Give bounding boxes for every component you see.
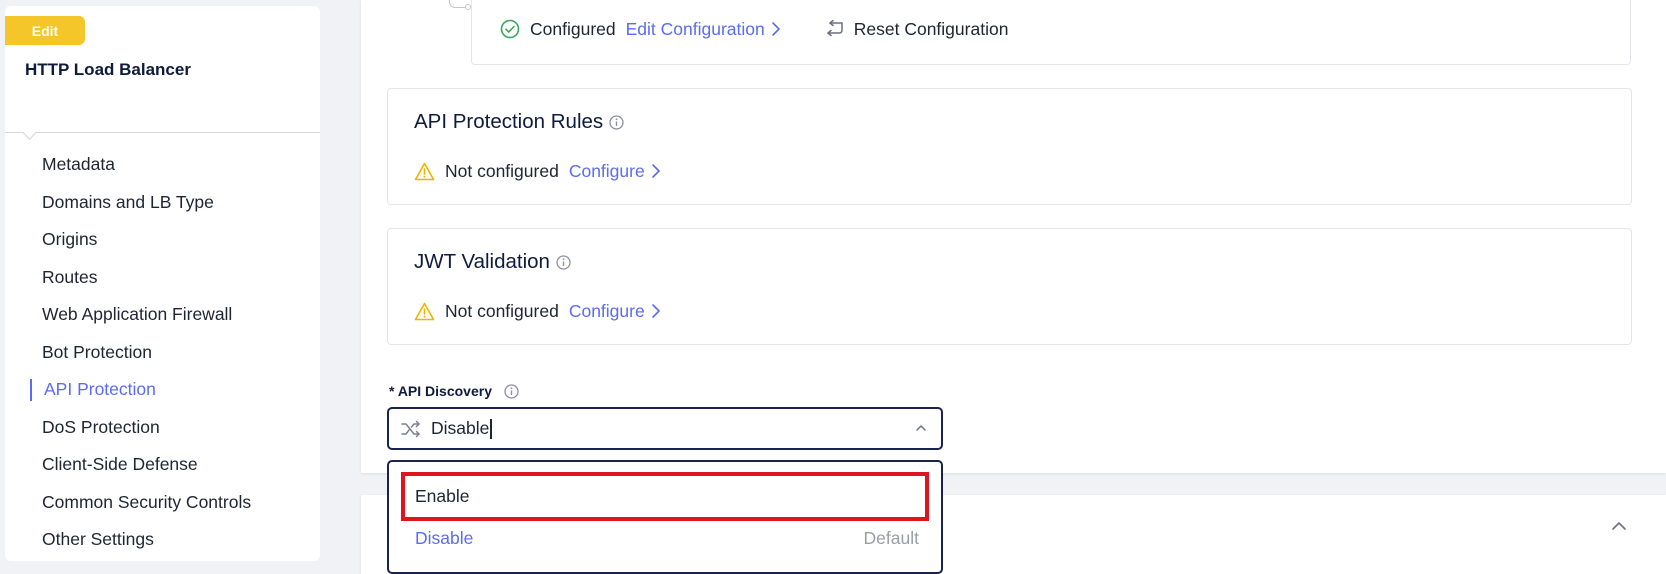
divider-notch: [23, 127, 36, 140]
edit-badge: Edit: [5, 16, 85, 45]
jwt-validation-title: JWT Validation: [414, 250, 550, 273]
api-protection-rules-status: Not configured Configure: [414, 160, 661, 182]
sidebar-nav: Metadata Domains and LB Type Origins Rou…: [5, 146, 320, 559]
text-caret: [490, 418, 492, 439]
option-enable-label: Enable: [415, 486, 470, 506]
sidebar-item-domains-lb-type[interactable]: Domains and LB Type: [5, 184, 320, 222]
sidebar-item-dos-protection[interactable]: DoS Protection: [5, 409, 320, 447]
reset-arrow-icon: [827, 20, 843, 37]
chevron-right-icon[interactable]: [651, 163, 661, 179]
sidebar-item-origins[interactable]: Origins: [5, 221, 320, 259]
api-protection-rules-section: API Protection Rules Not configured Conf…: [387, 88, 1632, 205]
sidebar: Edit HTTP Load Balancer Metadata Domains…: [5, 6, 320, 561]
config-status-text: Configured: [530, 18, 616, 39]
warning-icon: [414, 302, 435, 320]
reset-configuration-button[interactable]: Reset Configuration: [825, 18, 1009, 40]
shuffle-icon: [401, 420, 420, 437]
info-icon[interactable]: [556, 254, 571, 270]
config-status-row: Configured Edit Configuration Reset Conf…: [500, 18, 1008, 40]
check-circle-icon: [500, 19, 520, 39]
option-disable[interactable]: Disable Default: [401, 514, 929, 563]
warning-icon: [414, 162, 435, 180]
chevron-up-icon[interactable]: [1610, 517, 1628, 535]
sidebar-item-routes[interactable]: Routes: [5, 259, 320, 297]
api-discovery-dropdown: Enable Disable Default: [387, 460, 943, 574]
sidebar-item-bot-protection[interactable]: Bot Protection: [5, 334, 320, 372]
status-text: Not configured: [445, 300, 559, 321]
section-title: JWT Validation: [414, 250, 571, 274]
sidebar-item-waf[interactable]: Web Application Firewall: [5, 296, 320, 334]
api-discovery-value: Disable: [431, 418, 490, 438]
option-disable-label: Disable: [415, 528, 474, 548]
chevron-right-icon[interactable]: [651, 303, 661, 319]
sidebar-divider: [5, 132, 320, 133]
jwt-validation-section: JWT Validation Not configured Configure: [387, 228, 1632, 345]
api-discovery-select[interactable]: Disable: [387, 407, 943, 450]
jwt-validation-status: Not configured Configure: [414, 300, 661, 322]
api-discovery-label-text: * API Discovery: [389, 383, 492, 399]
sidebar-item-common-security-controls[interactable]: Common Security Controls: [5, 484, 320, 522]
chevron-right-icon[interactable]: [771, 21, 781, 37]
sidebar-item-other-settings[interactable]: Other Settings: [5, 521, 320, 559]
sidebar-item-api-protection[interactable]: API Protection: [5, 371, 320, 409]
info-icon[interactable]: [504, 383, 519, 399]
api-discovery-label: * API Discovery: [389, 383, 519, 399]
configure-jwt-validation-link[interactable]: Configure: [569, 301, 645, 322]
configure-api-protection-rules-link[interactable]: Configure: [569, 161, 645, 182]
main-form-card: Configured Edit Configuration Reset Conf…: [361, 0, 1666, 473]
info-icon[interactable]: [609, 114, 624, 130]
api-protection-rules-title: API Protection Rules: [414, 110, 604, 133]
status-text: Not configured: [445, 160, 559, 181]
chevron-up-icon[interactable]: [915, 422, 927, 434]
edit-configuration-link[interactable]: Edit Configuration: [626, 19, 765, 40]
config-status-box: Configured Edit Configuration Reset Conf…: [471, 0, 1631, 65]
sidebar-item-client-side-defense[interactable]: Client-Side Defense: [5, 446, 320, 484]
section-title: API Protection Rules: [414, 110, 624, 134]
option-default-note: Default: [863, 528, 919, 548]
sidebar-item-metadata[interactable]: Metadata: [5, 146, 320, 184]
reset-configuration-label: Reset Configuration: [853, 18, 1009, 39]
page-title: HTTP Load Balancer: [25, 60, 191, 79]
